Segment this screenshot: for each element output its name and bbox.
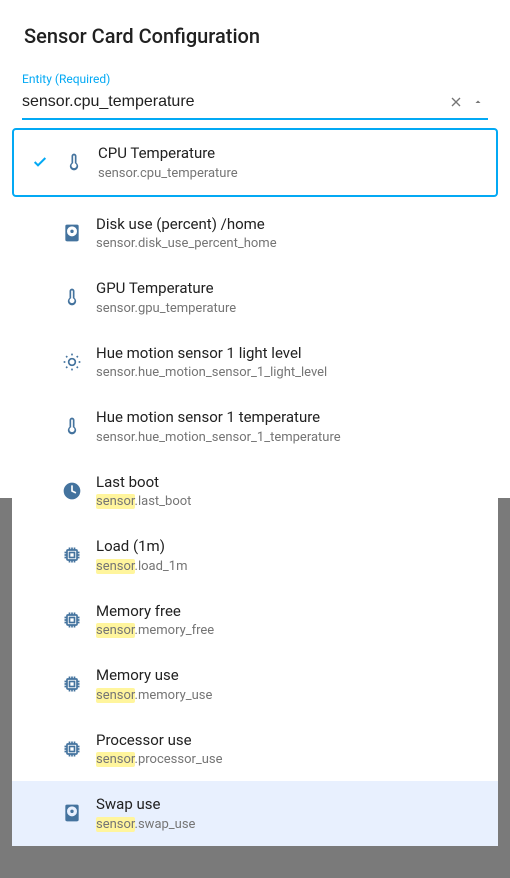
dialog-title: Sensor Card Configuration	[0, 24, 510, 72]
option-text: Processor usesensor.processor_use	[96, 731, 482, 768]
dialog: Sensor Card Configuration Entity (Requir…	[0, 0, 510, 846]
option-text: CPU Temperature sensor.cpu_temperature	[98, 144, 480, 181]
entity-option[interactable]: Hue motion sensor 1 light levelsensor.hu…	[12, 330, 498, 395]
option-title: Load (1m)	[96, 537, 482, 557]
clear-button[interactable]	[444, 90, 468, 114]
option-text: Hue motion sensor 1 temperature sensor.hu…	[96, 408, 482, 445]
option-text: GPU Temperature sensor.gpu_temperature	[96, 279, 482, 316]
entity-input-row	[22, 90, 488, 120]
chip-icon	[60, 610, 84, 630]
option-text: Last bootsensor.last_boot	[96, 473, 482, 510]
option-subtitle: sensor.memory_use	[96, 688, 482, 703]
chip-icon	[60, 674, 84, 694]
entity-option[interactable]: CPU Temperature sensor.cpu_temperature	[12, 128, 498, 197]
option-text: Memory use sensor.memory_use	[96, 666, 482, 703]
entity-option[interactable]: Memory use sensor.memory_use	[12, 652, 498, 717]
option-subtitle: sensor.disk_use_percent_home	[96, 236, 482, 251]
option-subtitle: sensor.hue_motion_sensor_1_temperature	[96, 430, 482, 445]
highlight: sensor	[96, 688, 135, 703]
option-text: Load (1m) sensor.load_1m	[96, 537, 482, 574]
highlight: sensor	[96, 559, 135, 574]
option-title: Hue motion sensor 1 temperature	[96, 408, 482, 428]
entity-option[interactable]: Swap use sensor.swap_use	[12, 781, 498, 846]
thermometer-icon	[62, 152, 86, 172]
option-title: Last boot	[96, 473, 482, 493]
option-title: Memory free	[96, 602, 482, 622]
highlight: sensor	[96, 623, 135, 638]
chevron-up-icon	[472, 96, 484, 108]
entity-field: Entity (Required)	[0, 72, 510, 120]
option-subtitle: sensor.swap_use	[96, 817, 482, 832]
option-title: Processor use	[96, 731, 482, 751]
entity-option[interactable]: Memory freesensor.memory_free	[12, 588, 498, 653]
chip-icon	[60, 545, 84, 565]
dropdown-toggle[interactable]	[468, 92, 488, 112]
option-subtitle: sensor.cpu_temperature	[98, 166, 480, 181]
highlight: sensor	[96, 817, 135, 832]
harddisk-icon	[60, 223, 84, 243]
option-text: Swap use sensor.swap_use	[96, 795, 482, 832]
chip-icon	[60, 739, 84, 759]
highlight: sensor	[96, 494, 135, 509]
highlight: sensor	[96, 752, 135, 767]
option-subtitle: sensor.gpu_temperature	[96, 301, 482, 316]
brightness-icon	[60, 352, 84, 372]
check-icon	[30, 154, 50, 170]
entity-option[interactable]: Processor usesensor.processor_use	[12, 717, 498, 782]
option-subtitle: sensor.memory_free	[96, 623, 482, 638]
option-subtitle: sensor.hue_motion_sensor_1_light_level	[96, 365, 482, 380]
entity-option[interactable]: GPU Temperature sensor.gpu_temperature	[12, 265, 498, 330]
option-title: CPU Temperature	[98, 144, 480, 164]
option-subtitle: sensor.last_boot	[96, 494, 482, 509]
option-title: Hue motion sensor 1 light level	[96, 344, 482, 364]
clock-icon	[60, 481, 84, 501]
option-title: GPU Temperature	[96, 279, 482, 299]
entity-dropdown: CPU Temperature sensor.cpu_temperature Dis…	[12, 128, 498, 846]
entity-option[interactable]: Load (1m) sensor.load_1m	[12, 523, 498, 588]
entity-label: Entity (Required)	[22, 72, 488, 86]
option-text: Disk use (percent) /homesensor.disk_use_…	[96, 215, 482, 252]
option-title: Memory use	[96, 666, 482, 686]
entity-option[interactable]: Disk use (percent) /homesensor.disk_use_…	[12, 201, 498, 266]
option-subtitle: sensor.load_1m	[96, 559, 482, 574]
entity-option[interactable]: Last bootsensor.last_boot	[12, 459, 498, 524]
entity-option[interactable]: Hue motion sensor 1 temperature sensor.hu…	[12, 394, 498, 459]
option-title: Disk use (percent) /home	[96, 215, 482, 235]
option-text: Hue motion sensor 1 light levelsensor.hu…	[96, 344, 482, 381]
close-icon	[448, 94, 464, 110]
harddisk-icon	[60, 803, 84, 823]
option-text: Memory freesensor.memory_free	[96, 602, 482, 639]
option-title: Swap use	[96, 795, 482, 815]
entity-input[interactable]	[22, 93, 444, 111]
thermometer-icon	[60, 287, 84, 307]
thermometer-icon	[60, 416, 84, 436]
option-subtitle: sensor.processor_use	[96, 752, 482, 767]
